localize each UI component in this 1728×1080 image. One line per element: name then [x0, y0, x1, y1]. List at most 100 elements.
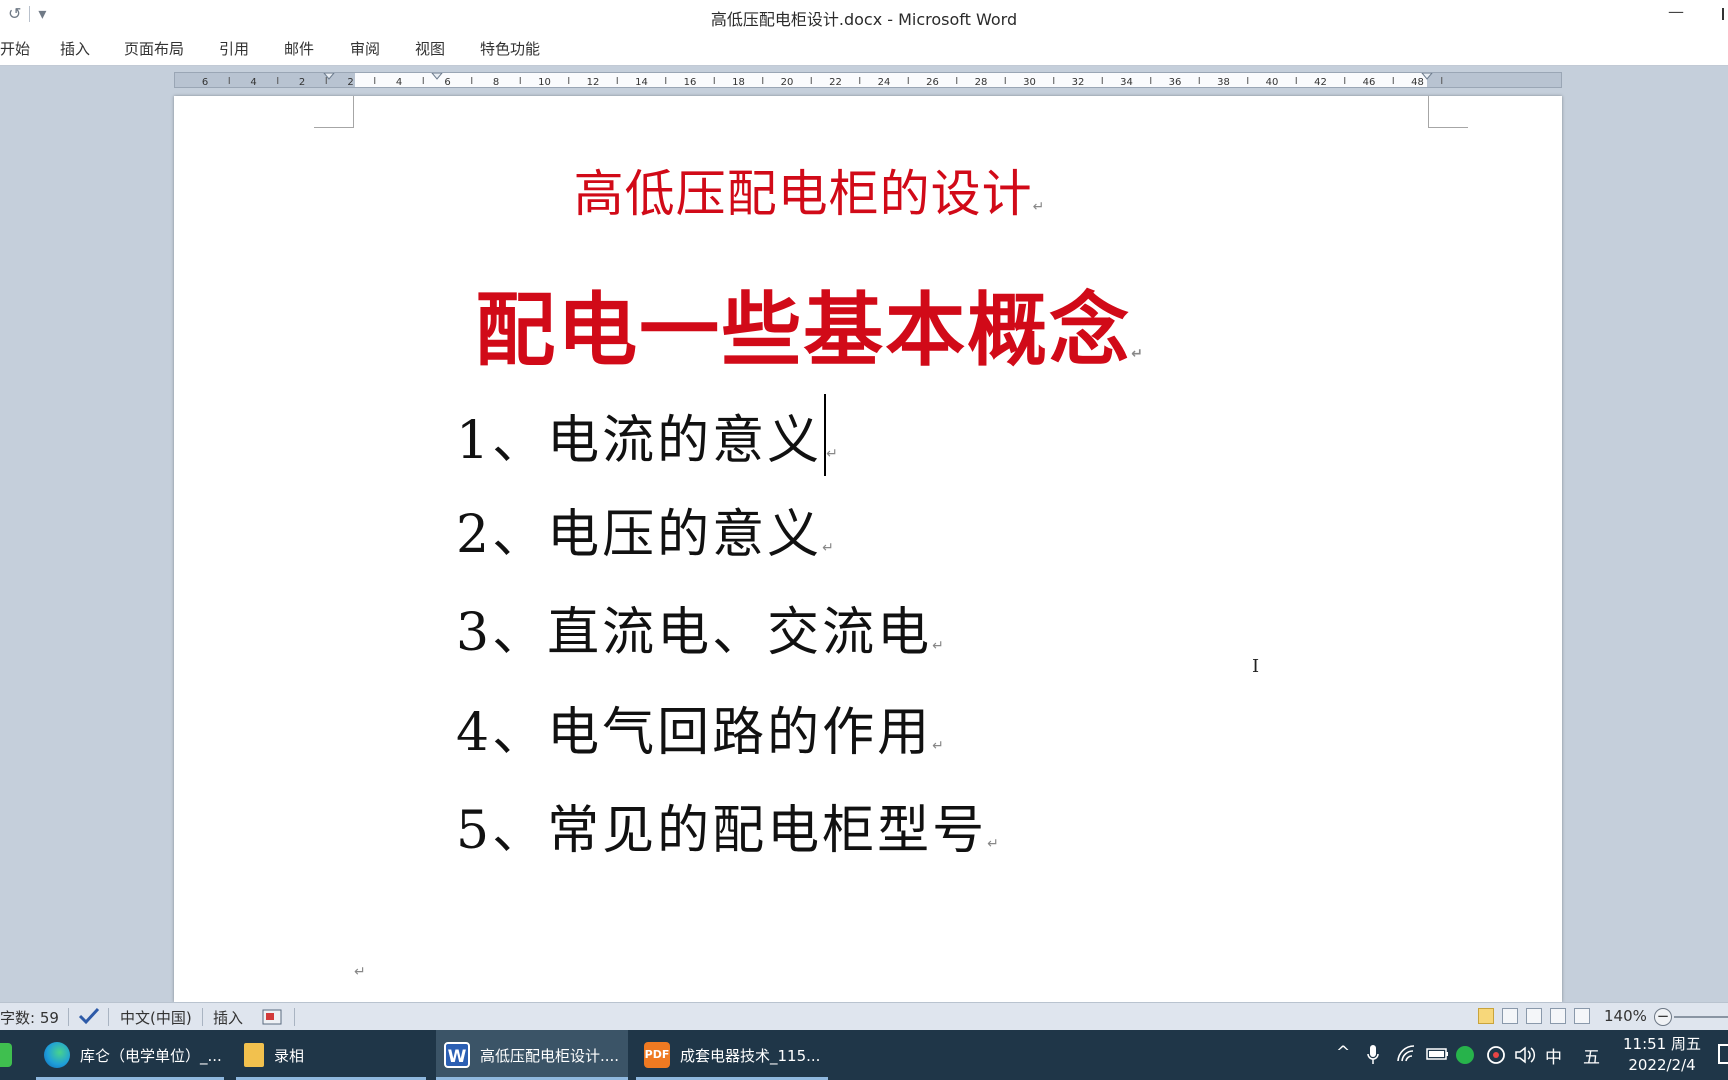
word-count[interactable]: 字数: 59: [0, 1007, 59, 1028]
ruler-label: 18: [732, 77, 745, 88]
ime-language-indicator[interactable]: 中: [1545, 1043, 1562, 1068]
status-separator: [68, 1008, 69, 1026]
proofing-check-icon[interactable]: [78, 1007, 100, 1029]
draft-view-button[interactable]: [1574, 1008, 1590, 1024]
zoom-slider[interactable]: [1674, 1016, 1728, 1018]
left-indent-marker[interactable]: [323, 73, 335, 80]
full-screen-reading-view-button[interactable]: [1502, 1008, 1518, 1024]
document-left-gutter: [0, 96, 174, 1002]
ruler-label: 2: [299, 77, 305, 88]
outline-view-button[interactable]: [1550, 1008, 1566, 1024]
macro-record-icon[interactable]: [262, 1009, 282, 1029]
list-item[interactable]: 2、电压的意义↵: [456, 492, 834, 567]
document-right-gutter: [1562, 96, 1728, 1002]
ruler-label: 40: [1266, 77, 1279, 88]
ruler-label: 22: [829, 77, 842, 88]
list-item-text: 4、电气回路的作用: [456, 703, 933, 763]
status-separator: [294, 1008, 295, 1026]
ruler-label: 38: [1217, 77, 1230, 88]
taskbar-app-edge[interactable]: 库仑（电学单位）_...: [36, 1030, 224, 1080]
list-item[interactable]: 3、直流电、交流电↵: [456, 590, 944, 665]
ruler-label: 20: [781, 77, 794, 88]
text-cursor: [824, 394, 827, 476]
tab-home[interactable]: 开始: [0, 38, 30, 59]
list-item[interactable]: 5、常见的配电柜型号↵: [456, 788, 999, 863]
list-item-text: 2、电压的意义: [456, 505, 823, 565]
zoom-out-button[interactable]: −: [1654, 1008, 1672, 1026]
taskbar-app-pdf[interactable]: PDF 成套电器技术_115...: [636, 1030, 828, 1080]
ruler-label: 14: [635, 77, 648, 88]
tab-mailings[interactable]: 邮件: [284, 38, 314, 59]
document-page[interactable]: 高低压配电柜的设计↵ 配电一些基本概念↵ 1、电流的意义 ↵ 2、电压的意义↵ 3…: [174, 96, 1562, 1002]
paragraph-mark: ↵: [1131, 346, 1143, 362]
app-status-icon[interactable]: [1456, 1046, 1474, 1064]
wifi-icon[interactable]: [1396, 1044, 1418, 1069]
ruler-label: 10: [538, 77, 551, 88]
zoom-level[interactable]: 140%: [1604, 1007, 1647, 1025]
edge-icon: [44, 1042, 70, 1068]
ime-mode-indicator[interactable]: 五: [1583, 1043, 1600, 1068]
ruler-label: 2: [347, 77, 353, 88]
tab-page-layout[interactable]: 页面布局: [124, 38, 184, 59]
crop-mark-right: [1428, 96, 1468, 128]
ruler-label: 34: [1120, 77, 1133, 88]
paragraph-mark: ↵: [826, 446, 838, 462]
document-title[interactable]: 高低压配电柜的设计↵: [174, 154, 1444, 226]
left-indent-marker[interactable]: [431, 73, 443, 80]
status-separator: [108, 1008, 109, 1026]
ruler-label: 28: [975, 77, 988, 88]
taskbar-app-label: 录相: [274, 1046, 305, 1065]
volume-icon[interactable]: [1514, 1045, 1536, 1070]
tab-references[interactable]: 引用: [219, 38, 249, 59]
ruler-label: 6: [444, 77, 450, 88]
ibeam-cursor-icon: I: [1252, 656, 1260, 677]
battery-icon[interactable]: [1426, 1046, 1450, 1067]
taskbar-app-explorer[interactable]: 录相: [236, 1030, 426, 1080]
paragraph-mark: ↵: [987, 836, 999, 852]
list-item[interactable]: 4、电气回路的作用↵: [456, 690, 944, 765]
horizontal-ruler[interactable]: 6 4 2 2 4 6 8 10 12 14 16 18 20 22 24 26 28 30 32 34 36 38 40 4…: [174, 72, 1562, 88]
ruler-label: 26: [926, 77, 939, 88]
language-indicator[interactable]: 中文(中国): [120, 1007, 192, 1028]
status-bar: 字数: 59 中文(中国) 插入 140% −: [0, 1002, 1728, 1030]
document-subtitle[interactable]: 配电一些基本概念↵: [174, 266, 1444, 382]
tab-insert[interactable]: 插入: [60, 38, 90, 59]
folder-icon: [244, 1043, 264, 1067]
ruler-label: 36: [1169, 77, 1182, 88]
network-security-icon[interactable]: [1486, 1045, 1506, 1070]
ruler-label: 8: [493, 77, 499, 88]
ruler-label: 32: [1072, 77, 1085, 88]
ruler-label: 42: [1314, 77, 1327, 88]
show-hidden-icons-chevron-icon[interactable]: ^: [1336, 1043, 1350, 1063]
paragraph-mark: ↵: [932, 638, 944, 654]
microphone-icon[interactable]: [1366, 1044, 1380, 1071]
ruler-label: 4: [396, 77, 402, 88]
ruler-label: 46: [1363, 77, 1376, 88]
notification-center-icon[interactable]: [1718, 1044, 1728, 1064]
print-layout-view-button[interactable]: [1478, 1008, 1494, 1024]
pdf-icon: PDF: [644, 1042, 670, 1068]
ruler-label: 6: [202, 77, 208, 88]
ribbon-tabs: 开始 插入 页面布局 引用 邮件 审阅 视图 特色功能: [0, 32, 1728, 66]
taskbar: 库仑（电学单位）_... 录相 W 高低压配电柜设计.... PDF 成套电器技…: [0, 1030, 1728, 1080]
taskbar-app-label: 库仑（电学单位）_...: [80, 1046, 222, 1065]
minimize-button[interactable]: —: [1664, 2, 1688, 26]
title-bar: ↺ ▾ 高低压配电柜设计.docx - Microsoft Word —: [0, 0, 1728, 32]
insert-mode[interactable]: 插入: [213, 1007, 243, 1028]
start-button[interactable]: [0, 1043, 12, 1067]
document-title-text: 高低压配电柜的设计: [573, 165, 1033, 223]
maximize-button[interactable]: [1722, 8, 1728, 20]
list-item[interactable]: 1、电流的意义 ↵: [456, 394, 838, 476]
window-title: 高低压配电柜设计.docx - Microsoft Word: [710, 10, 1018, 29]
tab-review[interactable]: 审阅: [350, 38, 380, 59]
ruler-label: 48: [1411, 77, 1424, 88]
taskbar-app-word[interactable]: W 高低压配电柜设计....: [436, 1030, 628, 1080]
word-icon: W: [444, 1042, 470, 1068]
status-separator: [202, 1008, 203, 1026]
web-layout-view-button[interactable]: [1526, 1008, 1542, 1024]
tab-view[interactable]: 视图: [415, 38, 445, 59]
system-clock[interactable]: 11:51 周五 2022/2/4: [1622, 1034, 1702, 1076]
taskbar-app-label: 高低压配电柜设计....: [480, 1046, 620, 1065]
tab-special-features[interactable]: 特色功能: [480, 38, 540, 59]
ruler-label: 12: [587, 77, 600, 88]
